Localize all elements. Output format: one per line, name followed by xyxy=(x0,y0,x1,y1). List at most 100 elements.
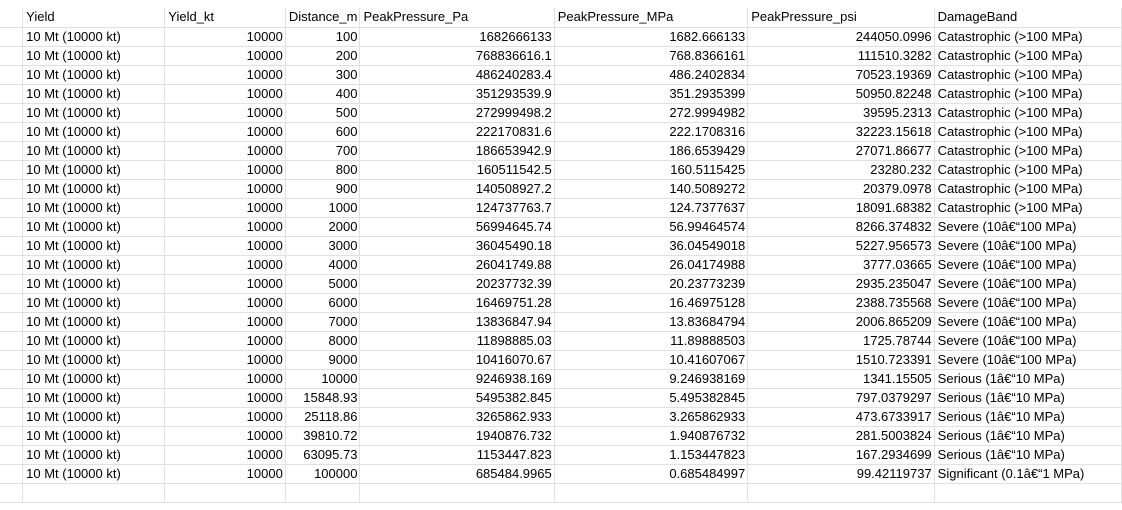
spreadsheet-grid[interactable]: Yield Yield_kt Distance_m PeakPressure_Pa Pe… xyxy=(0,0,1122,510)
table-cell[interactable]: 124.7377637 xyxy=(554,198,749,218)
header-damage-band[interactable]: DamageBand xyxy=(934,8,1122,28)
table-cell[interactable]: Severe (10â€“100 MPa) xyxy=(934,331,1122,351)
table-cell[interactable]: 10000 xyxy=(164,122,286,142)
table-cell[interactable]: 10 Mt (10000 kt) xyxy=(22,445,166,465)
table-cell[interactable]: 20237732.39 xyxy=(359,274,555,294)
table-cell[interactable]: 10 Mt (10000 kt) xyxy=(22,198,166,218)
table-cell[interactable]: 10 Mt (10000 kt) xyxy=(22,65,166,85)
table-cell[interactable]: 10 Mt (10000 kt) xyxy=(22,160,166,180)
table-cell[interactable]: 10000 xyxy=(164,103,286,123)
table-cell[interactable]: 0.685484997 xyxy=(554,464,749,484)
table-cell[interactable]: 10 Mt (10000 kt) xyxy=(22,369,166,389)
table-cell[interactable]: 2935.235047 xyxy=(747,274,935,294)
table-cell[interactable]: 10000 xyxy=(164,388,286,408)
table-cell[interactable]: 10000 xyxy=(164,84,286,104)
table-cell[interactable]: 1.940876732 xyxy=(554,426,749,446)
table-cell[interactable]: 1682.666133 xyxy=(554,27,749,47)
header-peak-mpa[interactable]: PeakPressure_MPa xyxy=(554,8,749,28)
table-cell[interactable]: 10 Mt (10000 kt) xyxy=(22,274,166,294)
table-cell[interactable]: 10 Mt (10000 kt) xyxy=(22,103,166,123)
table-cell[interactable]: 244050.0996 xyxy=(747,27,935,47)
table-cell[interactable]: 20.23773239 xyxy=(554,274,749,294)
table-cell[interactable]: Serious (1â€“10 MPa) xyxy=(934,445,1122,465)
table-cell[interactable]: Severe (10â€“100 MPa) xyxy=(934,274,1122,294)
table-cell[interactable]: 1341.15505 xyxy=(747,369,935,389)
table-cell[interactable]: 10000 xyxy=(164,46,286,66)
table-cell[interactable]: 600 xyxy=(285,122,361,142)
table-cell[interactable]: 13836847.94 xyxy=(359,312,555,332)
table-cell[interactable]: Severe (10â€“100 MPa) xyxy=(934,350,1122,370)
table-cell[interactable]: 8000 xyxy=(285,331,361,351)
table-cell[interactable]: 351.2935399 xyxy=(554,84,749,104)
table-cell[interactable]: 3265862.933 xyxy=(359,407,555,427)
table-cell[interactable]: 1000 xyxy=(285,198,361,218)
table-cell[interactable]: 222170831.6 xyxy=(359,122,555,142)
empty-cell[interactable] xyxy=(164,483,286,503)
table-cell[interactable]: 10000 xyxy=(164,255,286,275)
table-cell[interactable]: Severe (10â€“100 MPa) xyxy=(934,312,1122,332)
table-cell[interactable]: Catastrophic (>100 MPa) xyxy=(934,27,1122,47)
table-cell[interactable]: 10000 xyxy=(164,350,286,370)
table-cell[interactable]: 10 Mt (10000 kt) xyxy=(22,179,166,199)
table-cell[interactable]: 13.83684794 xyxy=(554,312,749,332)
empty-cell[interactable] xyxy=(285,483,361,503)
table-cell[interactable]: 16.46975128 xyxy=(554,293,749,313)
table-cell[interactable]: 2006.865209 xyxy=(747,312,935,332)
table-cell[interactable]: Significant (0.1â€“1 MPa) xyxy=(934,464,1122,484)
table-cell[interactable]: 5.495382845 xyxy=(554,388,749,408)
table-cell[interactable]: 10.41607067 xyxy=(554,350,749,370)
table-cell[interactable]: 5000 xyxy=(285,274,361,294)
header-peak-pa[interactable]: PeakPressure_Pa xyxy=(359,8,555,28)
table-cell[interactable]: Catastrophic (>100 MPa) xyxy=(934,141,1122,161)
table-cell[interactable]: 768836616.1 xyxy=(359,46,555,66)
table-cell[interactable]: 10 Mt (10000 kt) xyxy=(22,407,166,427)
table-cell[interactable]: 5227.956573 xyxy=(747,236,935,256)
table-cell[interactable]: 800 xyxy=(285,160,361,180)
table-cell[interactable]: 7000 xyxy=(285,312,361,332)
table-cell[interactable]: 39810.72 xyxy=(285,426,361,446)
table-cell[interactable]: 23280.232 xyxy=(747,160,935,180)
table-cell[interactable]: 900 xyxy=(285,179,361,199)
table-cell[interactable]: Severe (10â€“100 MPa) xyxy=(934,217,1122,237)
table-cell[interactable]: 160511542.5 xyxy=(359,160,555,180)
table-cell[interactable]: Catastrophic (>100 MPa) xyxy=(934,84,1122,104)
table-cell[interactable]: 63095.73 xyxy=(285,445,361,465)
table-cell[interactable]: Catastrophic (>100 MPa) xyxy=(934,122,1122,142)
table-cell[interactable]: 10000 xyxy=(164,198,286,218)
table-cell[interactable]: 797.0379297 xyxy=(747,388,935,408)
table-cell[interactable]: Catastrophic (>100 MPa) xyxy=(934,103,1122,123)
table-cell[interactable]: 473.6733917 xyxy=(747,407,935,427)
table-cell[interactable]: 10 Mt (10000 kt) xyxy=(22,236,166,256)
header-peak-psi[interactable]: PeakPressure_psi xyxy=(747,8,935,28)
table-cell[interactable]: Serious (1â€“10 MPa) xyxy=(934,407,1122,427)
table-cell[interactable]: 160.5115425 xyxy=(554,160,749,180)
table-cell[interactable]: 100000 xyxy=(285,464,361,484)
table-cell[interactable]: 10 Mt (10000 kt) xyxy=(22,388,166,408)
table-cell[interactable]: 1.153447823 xyxy=(554,445,749,465)
table-cell[interactable]: 486.2402834 xyxy=(554,65,749,85)
table-cell[interactable]: 700 xyxy=(285,141,361,161)
table-cell[interactable]: 10000 xyxy=(164,464,286,484)
table-cell[interactable]: 3.265862933 xyxy=(554,407,749,427)
table-cell[interactable]: Serious (1â€“10 MPa) xyxy=(934,369,1122,389)
table-cell[interactable]: 10000 xyxy=(164,426,286,446)
table-cell[interactable]: 56.99464574 xyxy=(554,217,749,237)
table-cell[interactable]: 20379.0978 xyxy=(747,179,935,199)
table-cell[interactable]: 1682666133 xyxy=(359,27,555,47)
table-cell[interactable]: 10000 xyxy=(164,331,286,351)
table-cell[interactable]: 300 xyxy=(285,65,361,85)
table-cell[interactable]: 1153447.823 xyxy=(359,445,555,465)
table-cell[interactable]: 9246938.169 xyxy=(359,369,555,389)
table-cell[interactable]: 9.246938169 xyxy=(554,369,749,389)
table-cell[interactable]: 3000 xyxy=(285,236,361,256)
table-cell[interactable]: 8266.374832 xyxy=(747,217,935,237)
empty-cell[interactable] xyxy=(554,483,749,503)
table-cell[interactable]: 32223.15618 xyxy=(747,122,935,142)
table-cell[interactable]: 5495382.845 xyxy=(359,388,555,408)
table-cell[interactable]: 10 Mt (10000 kt) xyxy=(22,464,166,484)
table-cell[interactable]: 10 Mt (10000 kt) xyxy=(22,122,166,142)
table-cell[interactable]: Catastrophic (>100 MPa) xyxy=(934,65,1122,85)
table-cell[interactable]: Serious (1â€“10 MPa) xyxy=(934,426,1122,446)
table-cell[interactable]: 10000 xyxy=(164,141,286,161)
table-cell[interactable]: 10 Mt (10000 kt) xyxy=(22,331,166,351)
